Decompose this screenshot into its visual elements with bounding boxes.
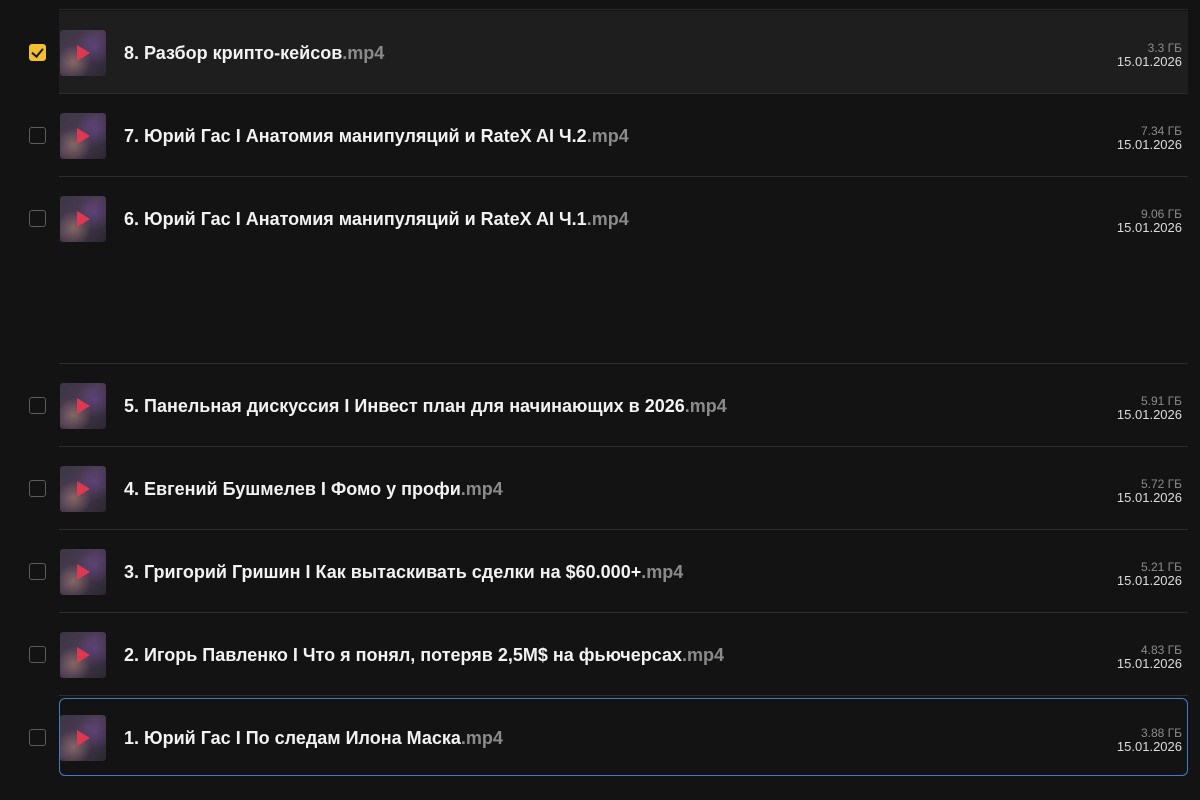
play-icon — [77, 211, 90, 227]
file-name[interactable]: 1. Юрий Гас I По следам Илона Маска.mp4 — [124, 727, 503, 749]
file-meta: 3.88 ГБ 15.01.2026 — [1117, 726, 1182, 754]
file-extension: .mp4 — [586, 209, 629, 229]
play-icon — [77, 128, 90, 144]
file-row[interactable]: 5. Панельная дискуссия I Инвест план для… — [0, 364, 1200, 447]
select-checkbox[interactable] — [29, 397, 46, 414]
file-size: 5.91 ГБ — [1140, 394, 1182, 408]
file-title: 5. Панельная дискуссия I Инвест план для… — [124, 396, 685, 416]
select-checkbox[interactable] — [29, 127, 46, 144]
file-title: 7. Юрий Гас I Анатомия манипуляций и Rat… — [124, 126, 587, 146]
file-date: 15.01.2026 — [1116, 739, 1182, 754]
file-name[interactable]: 6. Юрий Гас I Анатомия манипуляций и Rat… — [124, 208, 629, 230]
file-name[interactable]: 5. Панельная дискуссия I Инвест план для… — [124, 395, 727, 417]
file-size: 5.72 ГБ — [1140, 477, 1182, 491]
file-row[interactable]: 4. Евгений Бушмелев I Фомо у профи.mp4 5… — [0, 447, 1200, 530]
file-meta: 3.3 ГБ 15.01.2026 — [1117, 41, 1182, 69]
file-extension: .mp4 — [641, 562, 684, 582]
play-icon — [77, 564, 90, 580]
select-checkbox[interactable] — [29, 563, 46, 580]
file-list: 8. Разбор крипто-кейсов.mp4 3.3 ГБ 15.01.… — [0, 0, 1200, 800]
select-checkbox[interactable] — [29, 480, 46, 497]
file-date: 15.01.2026 — [1116, 407, 1182, 422]
file-extension: .mp4 — [342, 43, 385, 63]
file-date: 15.01.2026 — [1116, 656, 1182, 671]
video-thumbnail-icon[interactable] — [60, 715, 106, 761]
file-row[interactable]: 3. Григорий Гришин I Как вытаскивать сде… — [0, 530, 1200, 613]
select-checkbox[interactable] — [29, 210, 46, 227]
file-size: 3.3 ГБ — [1147, 41, 1182, 55]
play-icon — [77, 398, 90, 414]
file-row[interactable]: 1. Юрий Гас I По следам Илона Маска.mp4 … — [0, 696, 1200, 779]
file-meta: 5.21 ГБ 15.01.2026 — [1117, 560, 1182, 588]
video-thumbnail-icon[interactable] — [60, 466, 106, 512]
file-row[interactable]: 2. Игорь Павленко I Что я понял, потеряв… — [0, 613, 1200, 696]
file-row[interactable]: 8. Разбор крипто-кейсов.mp4 3.3 ГБ 15.01.… — [0, 11, 1200, 94]
play-icon — [77, 45, 90, 61]
file-size: 4.83 ГБ — [1140, 643, 1182, 657]
play-icon — [77, 481, 90, 497]
file-size: 7.34 ГБ — [1140, 124, 1182, 138]
video-thumbnail-icon[interactable] — [60, 30, 106, 76]
video-thumbnail-icon[interactable] — [60, 196, 106, 242]
file-row[interactable]: 6. Юрий Гас I Анатомия манипуляций и Rat… — [0, 177, 1200, 364]
select-checkbox[interactable] — [29, 729, 46, 746]
file-meta: 5.72 ГБ 15.01.2026 — [1117, 477, 1182, 505]
video-thumbnail-icon[interactable] — [60, 383, 106, 429]
file-date: 15.01.2026 — [1116, 490, 1182, 505]
file-row[interactable]: 7. Юрий Гас I Анатомия манипуляций и Rat… — [0, 94, 1200, 177]
divider — [59, 9, 1188, 10]
play-icon — [77, 730, 90, 746]
video-thumbnail-icon[interactable] — [60, 632, 106, 678]
file-extension: .mp4 — [460, 728, 503, 748]
file-title: 8. Разбор крипто-кейсов — [124, 43, 343, 63]
file-extension: .mp4 — [682, 645, 725, 665]
file-extension: .mp4 — [460, 479, 503, 499]
video-thumbnail-icon[interactable] — [60, 113, 106, 159]
file-title: 4. Евгений Бушмелев I Фомо у профи — [124, 479, 461, 499]
file-size: 3.88 ГБ — [1140, 726, 1182, 740]
file-title: 6. Юрий Гас I Анатомия манипуляций и Rat… — [124, 209, 587, 229]
file-extension: .mp4 — [586, 126, 629, 146]
file-title: 1. Юрий Гас I По следам Илона Маска — [124, 728, 461, 748]
file-name[interactable]: 7. Юрий Гас I Анатомия манипуляций и Rat… — [124, 125, 629, 147]
video-thumbnail-icon[interactable] — [60, 549, 106, 595]
file-size: 9.06 ГБ — [1140, 207, 1182, 221]
select-checkbox[interactable] — [29, 646, 46, 663]
file-meta: 7.34 ГБ 15.01.2026 — [1117, 124, 1182, 152]
file-date: 15.01.2026 — [1116, 54, 1182, 69]
file-name[interactable]: 3. Григорий Гришин I Как вытаскивать сде… — [124, 561, 683, 583]
file-extension: .mp4 — [684, 396, 727, 416]
file-name[interactable]: 2. Игорь Павленко I Что я понял, потеряв… — [124, 644, 724, 666]
file-date: 15.01.2026 — [1116, 220, 1182, 235]
file-name[interactable]: 4. Евгений Бушмелев I Фомо у профи.mp4 — [124, 478, 503, 500]
file-meta: 4.83 ГБ 15.01.2026 — [1117, 643, 1182, 671]
file-size: 5.21 ГБ — [1140, 560, 1182, 574]
file-date: 15.01.2026 — [1116, 573, 1182, 588]
file-name[interactable]: 8. Разбор крипто-кейсов.mp4 — [124, 42, 384, 64]
file-title: 3. Григорий Гришин I Как вытаскивать сде… — [124, 562, 642, 582]
play-icon — [77, 647, 90, 663]
file-title: 2. Игорь Павленко I Что я понял, потеряв… — [124, 645, 682, 665]
file-date: 15.01.2026 — [1116, 137, 1182, 152]
file-meta: 5.91 ГБ 15.01.2026 — [1117, 394, 1182, 422]
file-meta: 9.06 ГБ 15.01.2026 — [1117, 207, 1182, 235]
select-checkbox[interactable] — [29, 44, 46, 61]
